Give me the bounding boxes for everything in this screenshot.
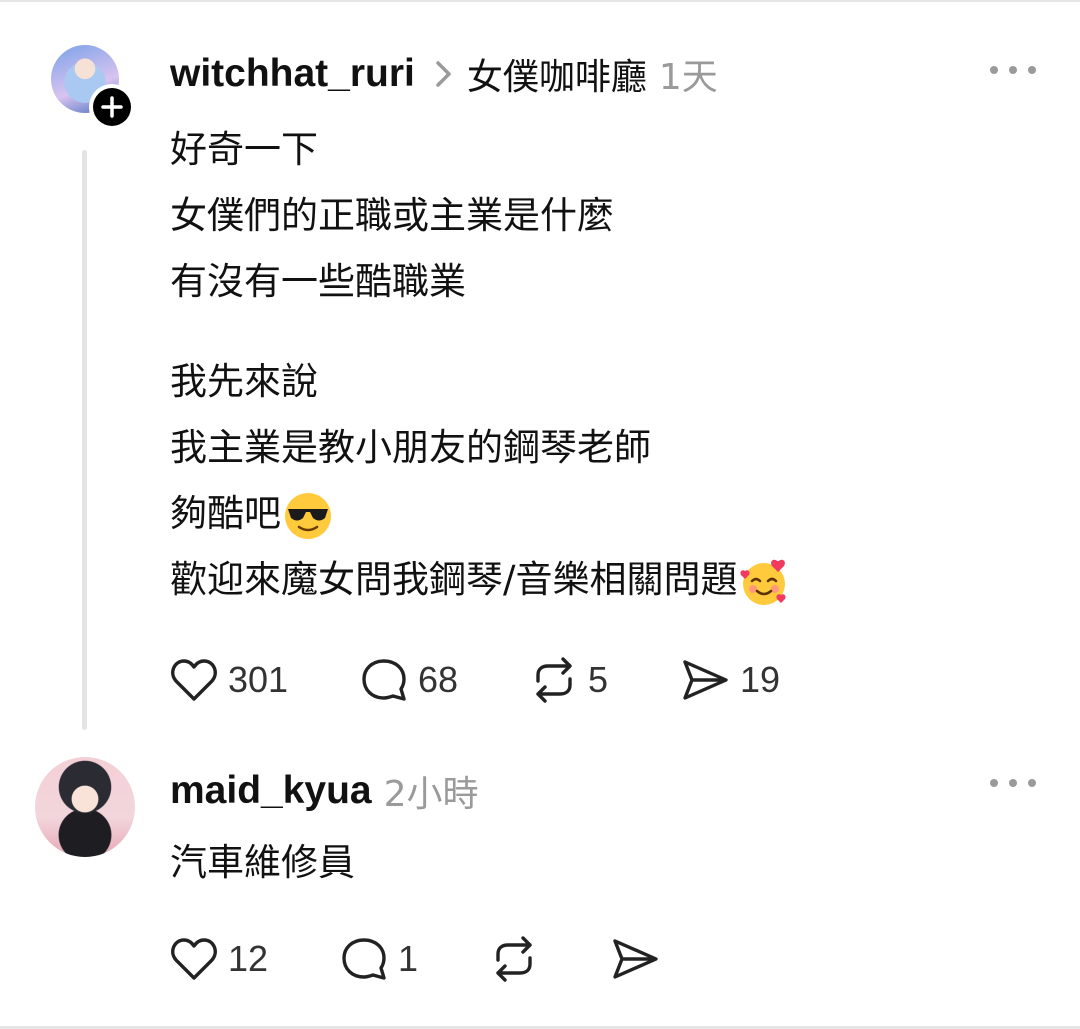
send-icon bbox=[613, 939, 658, 979]
username[interactable]: witchhat_ruri bbox=[170, 52, 415, 96]
plus-icon bbox=[93, 88, 131, 126]
post-header: witchhat_ruri 女僕咖啡廳 1天 bbox=[170, 48, 718, 100]
smiling-hearts-emoji bbox=[740, 559, 787, 605]
repost-count: 5 bbox=[588, 659, 609, 700]
comment-bubble-icon bbox=[362, 659, 406, 701]
post-line: 好奇一下 bbox=[170, 128, 318, 171]
chevron-right-icon bbox=[435, 59, 453, 89]
repost-button[interactable] bbox=[490, 936, 610, 982]
more-dots-icon[interactable] bbox=[990, 60, 1036, 80]
post-line-with-emoji: 夠酷吧 bbox=[170, 481, 789, 547]
thread-line bbox=[82, 150, 87, 730]
like-count: 301 bbox=[228, 659, 289, 700]
comment-count: 68 bbox=[418, 659, 459, 700]
top-divider bbox=[0, 0, 1080, 2]
like-count: 12 bbox=[228, 938, 269, 979]
username[interactable]: maid_kyua bbox=[170, 769, 372, 813]
post-line: 有沒有一些酷職業 bbox=[170, 260, 466, 303]
send-icon bbox=[683, 660, 728, 700]
post-line: 我主業是教小朋友的鋼琴老師 bbox=[170, 426, 651, 469]
reply-body: 汽車維修員 bbox=[170, 841, 355, 884]
post-time: 2小時 bbox=[383, 774, 479, 815]
post-line: 歡迎來魔女問我鋼琴/音樂相關問題 bbox=[170, 558, 738, 601]
like-button[interactable]: 301 bbox=[170, 658, 360, 702]
heart-icon bbox=[171, 659, 217, 701]
comment-count: 1 bbox=[398, 938, 419, 979]
follow-button[interactable] bbox=[89, 84, 135, 130]
post-body: 好奇一下 女僕們的正職或主業是什麼 有沒有一些酷職業 我先來說 我主業是教小朋友… bbox=[170, 117, 789, 613]
post-line: 夠酷吧 bbox=[170, 492, 281, 535]
post-actions: 301 68 5 19 bbox=[170, 657, 780, 703]
post-time: 1天 bbox=[658, 57, 718, 98]
post-line: 我先來說 bbox=[170, 360, 318, 403]
repost-icon bbox=[536, 657, 572, 703]
sunglasses-emoji bbox=[285, 492, 331, 539]
share-button[interactable] bbox=[610, 937, 660, 981]
comment-button[interactable]: 1 bbox=[340, 936, 490, 982]
comment-bubble-icon bbox=[342, 938, 386, 980]
reply-actions: 12 1 bbox=[170, 936, 660, 982]
share-count: 19 bbox=[740, 659, 781, 700]
more-dots-icon[interactable] bbox=[990, 773, 1036, 793]
share-button[interactable]: 19 bbox=[680, 658, 780, 702]
post-line: 女僕們的正職或主業是什麼 bbox=[170, 194, 614, 237]
comment-button[interactable]: 68 bbox=[360, 657, 530, 703]
community-link[interactable]: 女僕咖啡廳 bbox=[467, 48, 647, 100]
repost-button[interactable]: 5 bbox=[530, 657, 680, 703]
like-button[interactable]: 12 bbox=[170, 937, 340, 981]
heart-icon bbox=[171, 938, 217, 980]
post-line-with-emoji: 歡迎來魔女問我鋼琴/音樂相關問題 bbox=[170, 547, 789, 613]
avatar[interactable] bbox=[35, 757, 135, 857]
repost-icon bbox=[496, 936, 532, 982]
reply-header: maid_kyua 2小時 bbox=[170, 765, 479, 817]
